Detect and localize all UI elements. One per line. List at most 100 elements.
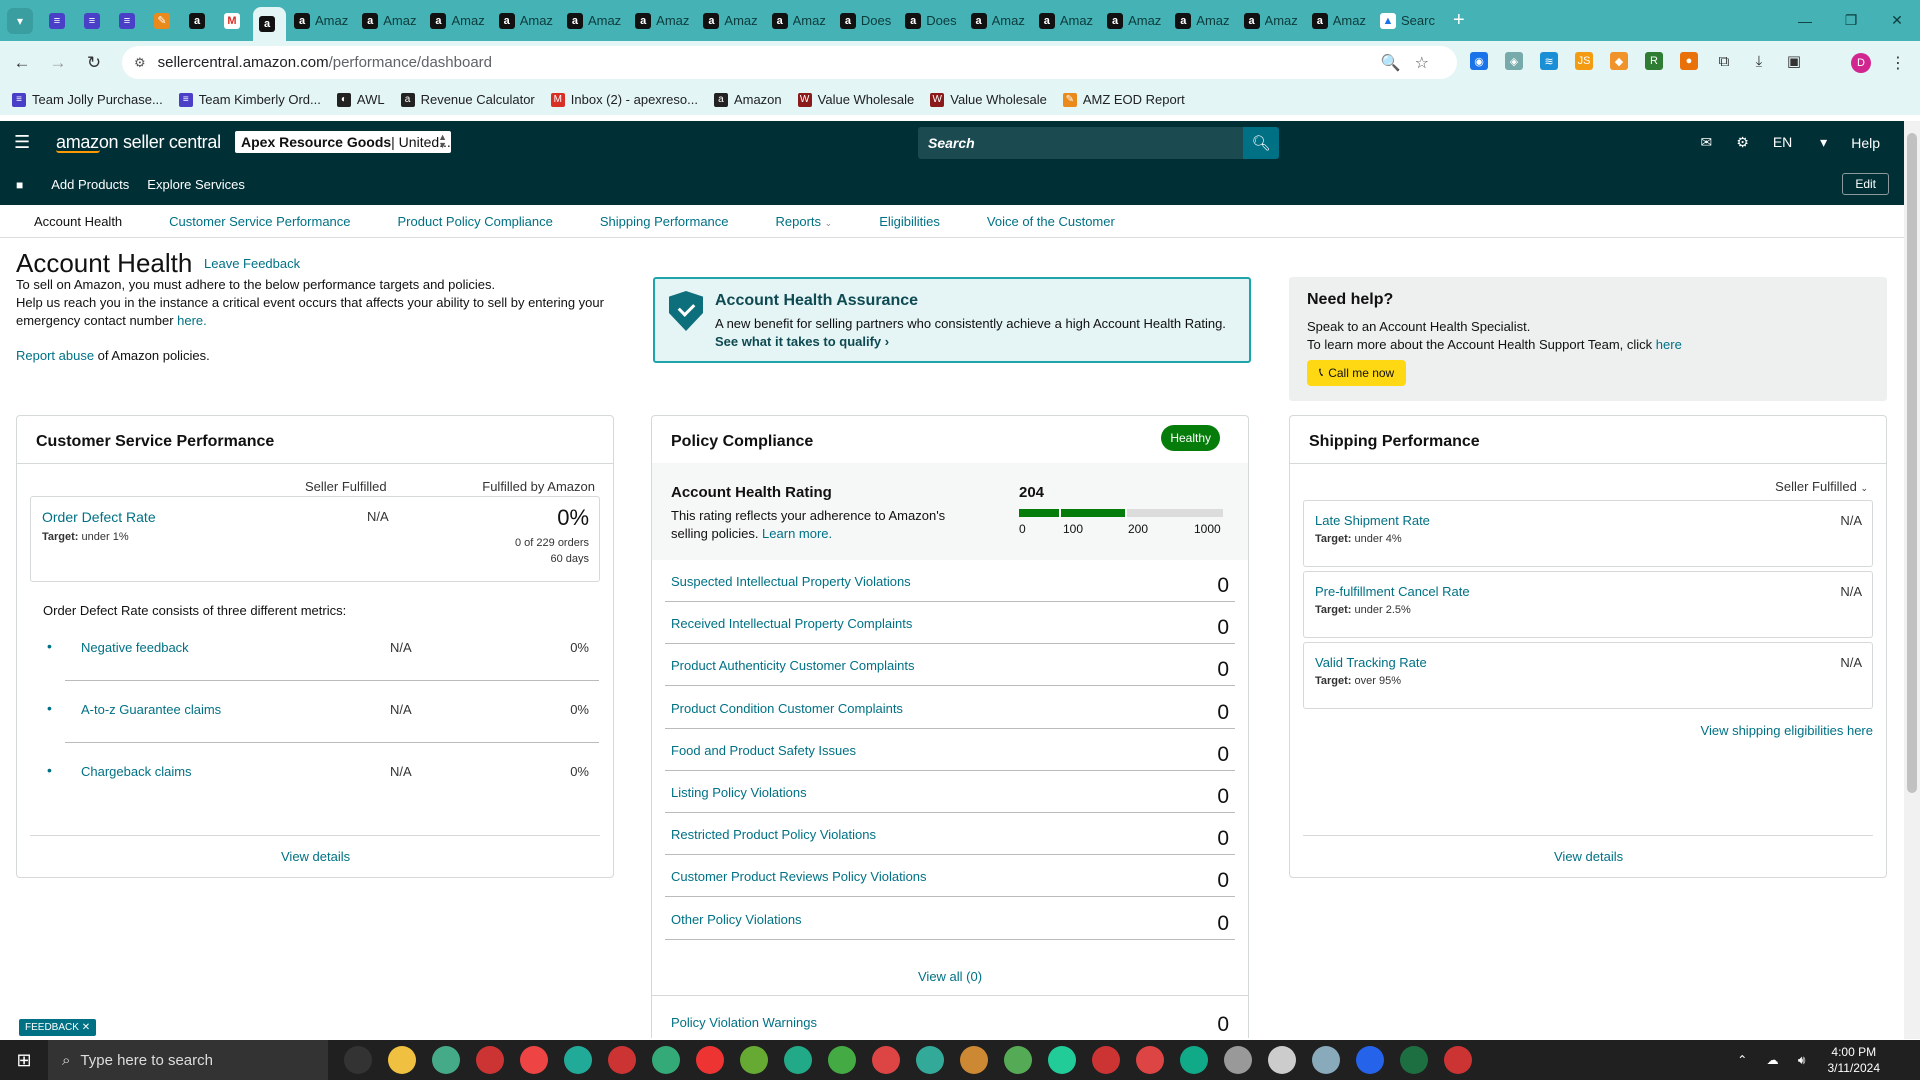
browser-tab[interactable]: a Amaz bbox=[1169, 6, 1235, 36]
taskbar-app-icon[interactable] bbox=[564, 1046, 592, 1074]
tab-customer-service-performance[interactable]: Customer Service Performance bbox=[169, 214, 350, 229]
extension-icon[interactable]: ● bbox=[1680, 52, 1698, 70]
bookmark-item[interactable]: ≡ Team Jolly Purchase... bbox=[12, 92, 163, 107]
search-input[interactable]: Search bbox=[918, 127, 1251, 159]
browser-tab[interactable]: a Amaz bbox=[1033, 6, 1099, 36]
policy-row-link[interactable]: Suspected Intellectual Property Violatio… bbox=[671, 574, 911, 589]
search-button[interactable]: 🔍︎ bbox=[1243, 127, 1279, 159]
minimize-icon[interactable]: — bbox=[1782, 13, 1828, 29]
taskbar-app-icon[interactable] bbox=[916, 1046, 944, 1074]
browser-tab[interactable]: ≡ bbox=[78, 6, 111, 36]
bookmark-item[interactable]: ◐ AWL bbox=[336, 92, 385, 107]
close-window-icon[interactable]: ✕ bbox=[1874, 12, 1920, 29]
taskbar-app-icon[interactable] bbox=[784, 1046, 812, 1074]
browser-tab[interactable]: ≡ bbox=[113, 6, 146, 36]
browser-tab[interactable]: a Amaz bbox=[629, 6, 695, 36]
shipping-view-details[interactable]: View details bbox=[1554, 849, 1623, 864]
browser-tab[interactable]: ▲ Searc bbox=[1374, 6, 1441, 36]
taskbar-app-icon[interactable] bbox=[476, 1046, 504, 1074]
taskbar-app-icon[interactable] bbox=[1356, 1046, 1384, 1074]
metric-link[interactable]: Chargeback claims bbox=[81, 764, 192, 779]
metric-link[interactable]: A-to-z Guarantee claims bbox=[81, 702, 221, 717]
shipping-metric-link[interactable]: Late Shipment Rate bbox=[1315, 513, 1430, 528]
tab-reports[interactable]: Reports ⌄ bbox=[776, 214, 833, 229]
report-abuse-link[interactable]: Report abuse bbox=[16, 348, 94, 363]
tab-shipping-performance[interactable]: Shipping Performance bbox=[600, 214, 729, 229]
support-team-link[interactable]: here bbox=[1656, 337, 1682, 352]
extension-icon[interactable]: JS bbox=[1575, 52, 1593, 70]
browser-tab[interactable]: a Amaz bbox=[288, 6, 354, 36]
bookmark-item[interactable]: a Revenue Calculator bbox=[400, 92, 535, 107]
windows-start-icon[interactable]: ⊞ bbox=[0, 1050, 48, 1071]
policy-row-link[interactable]: Restricted Product Policy Violations bbox=[671, 827, 876, 842]
taskbar-app-icon[interactable] bbox=[344, 1046, 372, 1074]
policy-row-link[interactable]: Customer Product Reviews Policy Violatio… bbox=[671, 869, 927, 884]
call-me-now-button[interactable]: 📞︎ Call me now bbox=[1307, 360, 1407, 386]
policy-row-link[interactable]: Other Policy Violations bbox=[671, 912, 802, 927]
browser-tab[interactable]: a Amaz bbox=[965, 6, 1031, 36]
hamburger-menu-icon[interactable]: ☰ bbox=[14, 132, 36, 153]
browser-tab[interactable]: a Does bbox=[834, 6, 897, 36]
extension-icon[interactable]: ◈ bbox=[1505, 52, 1523, 70]
scrollbar-thumb[interactable] bbox=[1907, 133, 1917, 793]
mail-icon[interactable]: ✉ bbox=[1701, 134, 1713, 151]
taskbar-app-icon[interactable] bbox=[652, 1046, 680, 1074]
new-tab-icon[interactable]: + bbox=[1453, 9, 1465, 32]
sidepanel-icon[interactable]: ▣ bbox=[1785, 52, 1803, 70]
tab-product-policy-compliance[interactable]: Product Policy Compliance bbox=[398, 214, 553, 229]
site-info-icon[interactable]: ⚙ bbox=[134, 55, 146, 71]
taskbar-app-icon[interactable] bbox=[1004, 1046, 1032, 1074]
tab-voice-of-the-customer[interactable]: Voice of the Customer bbox=[987, 214, 1115, 229]
browser-tab[interactable]: a Amaz bbox=[356, 6, 422, 36]
shipping-eligibilities-link[interactable]: View shipping eligibilities here bbox=[1701, 723, 1873, 738]
policy-row-link[interactable]: Food and Product Safety Issues bbox=[671, 743, 856, 758]
view-all-link[interactable]: View all (0) bbox=[918, 969, 982, 984]
metric-link[interactable]: Negative feedback bbox=[81, 640, 189, 655]
extension-icon[interactable]: ◆ bbox=[1610, 52, 1628, 70]
taskbar-app-icon[interactable] bbox=[1048, 1046, 1076, 1074]
taskbar-app-icon[interactable] bbox=[1180, 1046, 1208, 1074]
puzzle-icon[interactable]: ⧉ bbox=[1715, 52, 1733, 70]
explore-services-link[interactable]: Explore Services bbox=[147, 177, 245, 192]
taskbar-app-icon[interactable] bbox=[1268, 1046, 1296, 1074]
policy-row-link[interactable]: Listing Policy Violations bbox=[671, 785, 807, 800]
bookmark-item[interactable]: ✎ AMZ EOD Report bbox=[1062, 92, 1185, 107]
taskbar-app-icon[interactable] bbox=[960, 1046, 988, 1074]
policy-row-link[interactable]: Received Intellectual Property Complaint… bbox=[671, 616, 912, 631]
policy-row-link[interactable]: Product Condition Customer Complaints bbox=[671, 701, 903, 716]
restore-icon[interactable]: ❐ bbox=[1828, 12, 1874, 29]
shipping-metric-link[interactable]: Pre-fulfillment Cancel Rate bbox=[1315, 584, 1470, 599]
browser-tab[interactable]: ✎ bbox=[148, 6, 181, 36]
qualify-link[interactable]: See what it takes to qualify › bbox=[715, 334, 889, 349]
account-selector[interactable]: Apex Resource Goods | United... ▲ ▼ bbox=[235, 131, 451, 153]
page-scrollbar[interactable] bbox=[1904, 121, 1920, 1039]
profile-avatar[interactable]: D bbox=[1851, 53, 1871, 73]
learn-more-link[interactable]: Learn more. bbox=[762, 526, 832, 541]
tab-search-icon[interactable]: ▾ bbox=[7, 7, 33, 34]
extension-icon[interactable]: R bbox=[1645, 52, 1663, 70]
bookmark-item[interactable]: M Inbox (2) - apexreso... bbox=[550, 92, 698, 107]
clock[interactable]: 4:00 PM 3/11/2024 bbox=[1828, 1044, 1881, 1076]
leave-feedback-link[interactable]: Leave Feedback bbox=[204, 256, 300, 271]
browser-tab[interactable]: ≡ bbox=[43, 6, 76, 36]
bookmark-item[interactable]: W Value Wholesale bbox=[930, 92, 1047, 107]
browser-tab[interactable]: a Amaz bbox=[424, 6, 490, 36]
close-icon[interactable]: ✕ bbox=[82, 1022, 90, 1033]
fulfillment-filter-dropdown[interactable]: Seller Fulfilled ⌄ bbox=[1775, 479, 1868, 494]
bookmark-item[interactable]: W Value Wholesale bbox=[797, 92, 914, 107]
taskbar-app-icon[interactable] bbox=[1224, 1046, 1252, 1074]
extension-icon[interactable]: ≋ bbox=[1540, 52, 1558, 70]
taskbar-app-icon[interactable] bbox=[520, 1046, 548, 1074]
add-products-link[interactable]: Add Products bbox=[51, 177, 129, 192]
url-input[interactable]: ⚙ sellercentral.amazon.com/performance/d… bbox=[122, 46, 1457, 79]
browser-tab[interactable]: a Amaz bbox=[561, 6, 627, 36]
browser-tab[interactable]: a Amaz bbox=[1306, 6, 1372, 36]
shipping-metric-link[interactable]: Valid Tracking Rate bbox=[1315, 655, 1427, 670]
taskbar-app-icon[interactable] bbox=[872, 1046, 900, 1074]
taskbar-app-icon[interactable] bbox=[740, 1046, 768, 1074]
browser-tab[interactable]: a Amaz bbox=[766, 6, 832, 36]
taskbar-app-icon[interactable] bbox=[608, 1046, 636, 1074]
taskbar-app-icon[interactable] bbox=[696, 1046, 724, 1074]
zoom-bookmark-icons[interactable]: 🔍☆ bbox=[1381, 53, 1443, 73]
help-link[interactable]: Help bbox=[1851, 135, 1880, 151]
